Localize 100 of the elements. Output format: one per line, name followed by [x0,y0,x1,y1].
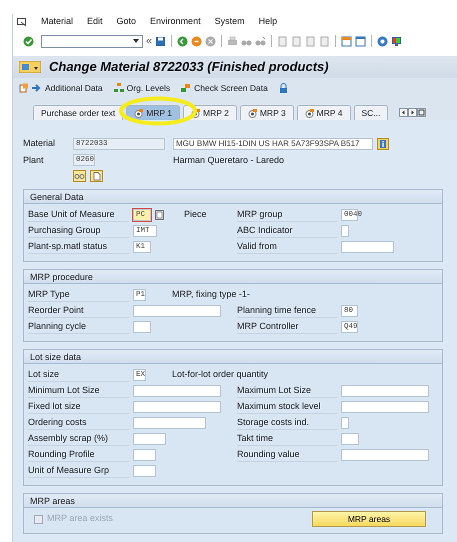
window-icon[interactable] [341,36,352,46]
tab[interactable]: MRP 4 [296,105,350,120]
toolbar-button[interactable]: Org. Levels [126,82,170,94]
info-icon[interactable] [377,138,389,150]
field-label: MRP group [237,208,337,222]
cancel-icon[interactable] [205,36,216,46]
input-field[interactable] [133,321,151,333]
field-label: Material [23,137,56,150]
tab[interactable]: MRP 3 [240,105,294,120]
field-label: Fixed lot size [28,400,129,414]
page-icon[interactable] [305,36,316,46]
exit-icon[interactable] [191,36,202,46]
field-label: Unit of Measure Grp [28,464,129,478]
enter-icon[interactable] [23,36,34,46]
field-text: Piece [184,208,207,222]
description-field[interactable]: MGU BMW HI15-1DIN US HAR 5A73F93SPA B517 [173,138,373,150]
field-label: Planning cycle [28,320,129,334]
mrp-areas-button[interactable]: MRP areas [312,511,426,527]
field-label: Reorder Point [28,304,129,318]
input-field[interactable] [133,433,166,445]
menu-item[interactable]: Edit [87,15,103,29]
help-icon[interactable] [377,36,388,46]
field-label: Ordering costs [28,416,129,430]
field-label: Base Unit of Measure [28,208,129,222]
arrow-icon [32,83,42,93]
menu-icon[interactable] [17,18,27,26]
field-label: Storage costs ind. [237,416,337,430]
tab-list-icon[interactable] [417,108,426,117]
input-field[interactable] [133,385,221,397]
field-label: Maximum Lot Size [237,384,337,398]
field-label: Plant-sp.matl status [28,240,129,254]
input-field[interactable] [341,241,394,253]
field-label: Lot size [28,368,129,382]
menu-item[interactable]: Goto [116,15,136,29]
dropdown-icon[interactable] [133,39,139,43]
menu-item[interactable]: System [214,15,245,29]
input-field[interactable] [341,225,349,237]
command-field[interactable] [41,34,143,48]
field-label: Valid from [237,240,337,254]
arrow-left-icon[interactable] [399,108,408,117]
value-help-icon[interactable] [155,210,164,220]
tab[interactable]: SC... [354,105,388,120]
printer-icon[interactable] [227,36,238,46]
input-field[interactable] [341,417,349,429]
screen-title: Change Material 8722033 (Finished products) [49,58,329,76]
page-icon[interactable] [291,36,302,46]
back-icon[interactable] [177,36,188,46]
input-field[interactable] [341,433,359,445]
radio-icon [304,108,314,118]
field-label: MRP Type [28,288,129,302]
field-label: Plant [23,154,45,166]
checkbox: MRP area exists [34,512,113,526]
field-text: Lot-for-lot order quantity [172,368,268,382]
radio-icon [248,108,257,118]
group-title: MRP areas [24,494,442,508]
tab[interactable]: Purchase order text [33,105,124,120]
hierarchy-icon [114,83,124,93]
field-label: Minimum Lot Size [28,384,129,398]
blocks-icon [181,83,192,93]
field-label: Assembly scrap (%) [28,432,129,446]
input-field[interactable] [133,465,156,477]
page-icon[interactable] [319,36,330,46]
radio-icon [191,108,200,118]
tab[interactable]: MRP 1 [126,105,180,120]
input-field[interactable] [133,305,221,317]
copy-icon[interactable] [19,83,29,93]
input-field[interactable] [133,417,206,429]
group-title: MRP procedure [24,270,442,284]
toolbar-button[interactable]: Additional Data [45,82,103,94]
plant-name: Harman Queretaro - Laredo [173,154,286,167]
field-label: Maximum stock level [237,400,337,414]
window-icon[interactable] [355,36,366,46]
field-label: ABC Indicator [237,224,337,238]
group-title: Lot size data [24,350,442,364]
binoculars-icon[interactable] [255,36,266,46]
input-field[interactable] [133,401,221,413]
field-label: MRP Controller [237,320,337,334]
screen-menu-icon[interactable] [19,61,41,73]
field-label: Planning time fence [237,304,337,318]
field-label: Takt time [237,432,337,446]
page-icon[interactable] [277,36,288,46]
input-field[interactable] [341,449,429,461]
menu-item[interactable]: Environment [150,15,201,29]
input-field[interactable] [341,401,429,413]
input-field[interactable] [133,449,156,461]
group-title: General Data [24,190,442,204]
toolbar-button[interactable]: Check Screen Data [194,82,268,94]
field-label: Rounding Profile [28,448,129,462]
field-label: Purchasing Group [28,224,129,238]
menu-item[interactable]: Material [41,15,74,29]
history-button[interactable]: « [146,32,152,50]
field-label: Rounding value [237,448,337,462]
menu-item[interactable]: Help [258,15,278,29]
document-icon[interactable] [90,170,103,182]
glasses-icon[interactable] [73,170,86,182]
padlock-icon[interactable] [278,83,288,93]
arrow-right-icon[interactable] [408,108,418,117]
monitor-icon[interactable] [391,36,402,46]
field-text: MRP, fixing type -1- [172,288,250,302]
input-field[interactable] [341,385,429,397]
